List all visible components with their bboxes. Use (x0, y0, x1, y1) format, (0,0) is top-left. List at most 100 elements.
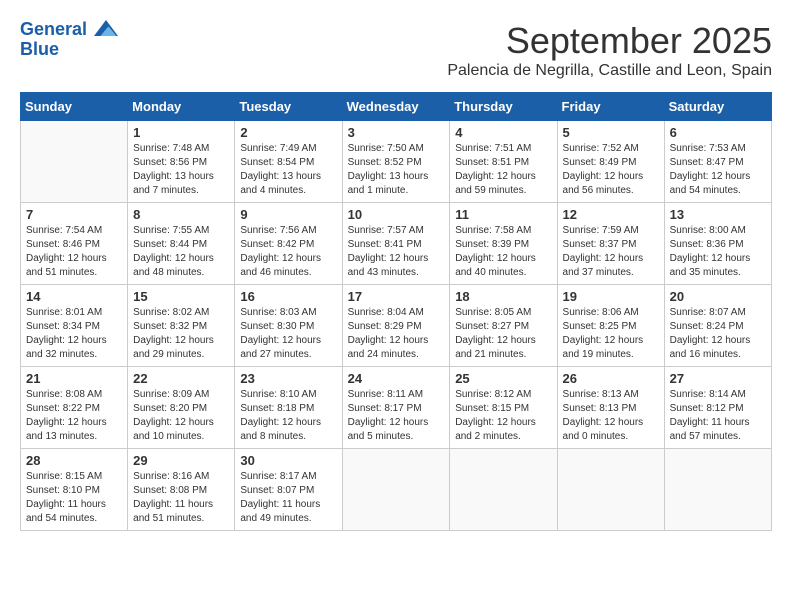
day-number: 4 (455, 125, 551, 140)
day-info: Sunrise: 7:56 AMSunset: 8:42 PMDaylight:… (240, 224, 336, 280)
calendar-cell: 2 Sunrise: 7:49 AMSunset: 8:54 PMDaylight… (235, 121, 342, 203)
day-number: 2 (240, 125, 336, 140)
day-number: 18 (455, 289, 551, 304)
day-info: Sunrise: 8:01 AMSunset: 8:34 PMDaylight:… (26, 306, 122, 362)
weekday-header-tuesday: Tuesday (235, 93, 342, 121)
day-number: 22 (133, 371, 229, 386)
calendar-cell: 21 Sunrise: 8:08 AMSunset: 8:22 PMDayligh… (21, 367, 128, 449)
weekday-header-saturday: Saturday (664, 93, 771, 121)
day-info: Sunrise: 8:17 AMSunset: 8:07 PMDaylight:… (240, 470, 336, 526)
day-number: 1 (133, 125, 229, 140)
calendar-cell: 10 Sunrise: 7:57 AMSunset: 8:41 PMDayligh… (342, 203, 450, 285)
calendar-cell: 19Sunrise: 8:06 AMSunset: 8:25 PMDayligh… (557, 285, 664, 367)
calendar-cell: 13 Sunrise: 8:00 AMSunset: 8:36 PMDayligh… (664, 203, 771, 285)
calendar-cell (450, 449, 557, 531)
day-number: 20 (670, 289, 766, 304)
day-info: Sunrise: 8:00 AMSunset: 8:36 PMDaylight:… (670, 224, 766, 280)
logo-blue: Blue (20, 39, 59, 59)
day-info: Sunrise: 8:11 AMSunset: 8:17 PMDaylight:… (348, 388, 445, 444)
calendar-cell: 27 Sunrise: 8:14 AMSunset: 8:12 PMDayligh… (664, 367, 771, 449)
calendar-cell (557, 449, 664, 531)
day-info: Sunrise: 7:59 AMSunset: 8:37 PMDaylight:… (563, 224, 659, 280)
calendar-cell: 22 Sunrise: 8:09 AMSunset: 8:20 PMDayligh… (128, 367, 235, 449)
day-info: Sunrise: 7:54 AMSunset: 8:46 PMDaylight:… (26, 224, 122, 280)
calendar-cell: 24 Sunrise: 8:11 AMSunset: 8:17 PMDayligh… (342, 367, 450, 449)
calendar-cell: 23 Sunrise: 8:10 AMSunset: 8:18 PMDayligh… (235, 367, 342, 449)
title-section: September 2025 Palencia de Negrilla, Cas… (447, 20, 772, 80)
calendar-cell: 30Sunrise: 8:17 AMSunset: 8:07 PMDayligh… (235, 449, 342, 531)
calendar-cell: 12 Sunrise: 7:59 AMSunset: 8:37 PMDayligh… (557, 203, 664, 285)
day-info: Sunrise: 8:04 AMSunset: 8:29 PMDaylight:… (348, 306, 445, 362)
day-info: Sunrise: 8:09 AMSunset: 8:20 PMDaylight:… (133, 388, 229, 444)
location-subtitle: Palencia de Negrilla, Castille and Leon,… (447, 62, 772, 80)
weekday-header-friday: Friday (557, 93, 664, 121)
day-number: 10 (348, 207, 445, 222)
day-number: 27 (670, 371, 766, 386)
day-number: 16 (240, 289, 336, 304)
day-info: Sunrise: 8:03 AMSunset: 8:30 PMDaylight:… (240, 306, 336, 362)
day-number: 15 (133, 289, 229, 304)
calendar-cell: 5 Sunrise: 7:52 AMSunset: 8:49 PMDaylight… (557, 121, 664, 203)
day-number: 5 (563, 125, 659, 140)
day-info: Sunrise: 8:08 AMSunset: 8:22 PMDaylight:… (26, 388, 122, 444)
day-info: Sunrise: 7:58 AMSunset: 8:39 PMDaylight:… (455, 224, 551, 280)
day-number: 23 (240, 371, 336, 386)
calendar-cell: 7 Sunrise: 7:54 AMSunset: 8:46 PMDaylight… (21, 203, 128, 285)
day-info: Sunrise: 7:55 AMSunset: 8:44 PMDaylight:… (133, 224, 229, 280)
calendar-cell: 14 Sunrise: 8:01 AMSunset: 8:34 PMDayligh… (21, 285, 128, 367)
day-number: 14 (26, 289, 122, 304)
day-info: Sunrise: 7:57 AMSunset: 8:41 PMDaylight:… (348, 224, 445, 280)
day-info: Sunrise: 7:53 AMSunset: 8:47 PMDaylight:… (670, 142, 766, 198)
logo-general: General (20, 19, 87, 39)
day-info: Sunrise: 8:14 AMSunset: 8:12 PMDaylight:… (670, 388, 766, 444)
calendar-cell: 1 Sunrise: 7:48 AMSunset: 8:56 PMDaylight… (128, 121, 235, 203)
day-info: Sunrise: 7:51 AMSunset: 8:51 PMDaylight:… (455, 142, 551, 198)
day-number: 12 (563, 207, 659, 222)
day-number: 25 (455, 371, 551, 386)
calendar-cell: 4 Sunrise: 7:51 AMSunset: 8:51 PMDaylight… (450, 121, 557, 203)
day-number: 8 (133, 207, 229, 222)
day-number: 28 (26, 453, 122, 468)
calendar-cell: 9 Sunrise: 7:56 AMSunset: 8:42 PMDaylight… (235, 203, 342, 285)
day-info: Sunrise: 7:48 AMSunset: 8:56 PMDaylight:… (133, 142, 229, 198)
calendar-cell: 15 Sunrise: 8:02 AMSunset: 8:32 PMDayligh… (128, 285, 235, 367)
day-info: Sunrise: 7:50 AMSunset: 8:52 PMDaylight:… (348, 142, 445, 198)
day-info: Sunrise: 8:07 AMSunset: 8:24 PMDaylight:… (670, 306, 766, 362)
calendar-cell: 8 Sunrise: 7:55 AMSunset: 8:44 PMDaylight… (128, 203, 235, 285)
calendar-cell: 20 Sunrise: 8:07 AMSunset: 8:24 PMDayligh… (664, 285, 771, 367)
day-number: 7 (26, 207, 122, 222)
day-info: Sunrise: 7:52 AMSunset: 8:49 PMDaylight:… (563, 142, 659, 198)
day-number: 3 (348, 125, 445, 140)
day-info: Sunrise: 8:06 AMSunset: 8:25 PMDaylight:… (563, 306, 659, 362)
calendar-cell: 26Sunrise: 8:13 AMSunset: 8:13 PMDayligh… (557, 367, 664, 449)
calendar-cell: 25 Sunrise: 8:12 AMSunset: 8:15 PMDayligh… (450, 367, 557, 449)
day-info: Sunrise: 8:10 AMSunset: 8:18 PMDaylight:… (240, 388, 336, 444)
day-number: 9 (240, 207, 336, 222)
day-info: Sunrise: 7:49 AMSunset: 8:54 PMDaylight:… (240, 142, 336, 198)
calendar-cell: 17Sunrise: 8:04 AMSunset: 8:29 PMDayligh… (342, 285, 450, 367)
calendar-cell: 11 Sunrise: 7:58 AMSunset: 8:39 PMDayligh… (450, 203, 557, 285)
day-number: 6 (670, 125, 766, 140)
day-info: Sunrise: 8:02 AMSunset: 8:32 PMDaylight:… (133, 306, 229, 362)
month-year-title: September 2025 (447, 20, 772, 62)
calendar-cell: 3 Sunrise: 7:50 AMSunset: 8:52 PMDaylight… (342, 121, 450, 203)
day-number: 24 (348, 371, 445, 386)
day-info: Sunrise: 8:16 AMSunset: 8:08 PMDaylight:… (133, 470, 229, 526)
day-info: Sunrise: 8:05 AMSunset: 8:27 PMDaylight:… (455, 306, 551, 362)
day-number: 11 (455, 207, 551, 222)
day-info: Sunrise: 8:13 AMSunset: 8:13 PMDaylight:… (563, 388, 659, 444)
calendar-cell: 6 Sunrise: 7:53 AMSunset: 8:47 PMDaylight… (664, 121, 771, 203)
day-number: 21 (26, 371, 122, 386)
calendar-cell: 16 Sunrise: 8:03 AMSunset: 8:30 PMDayligh… (235, 285, 342, 367)
day-info: Sunrise: 8:12 AMSunset: 8:15 PMDaylight:… (455, 388, 551, 444)
day-number: 13 (670, 207, 766, 222)
logo: General Blue (20, 20, 118, 60)
calendar-cell (664, 449, 771, 531)
calendar-cell: 18 Sunrise: 8:05 AMSunset: 8:27 PMDayligh… (450, 285, 557, 367)
weekday-header-wednesday: Wednesday (342, 93, 450, 121)
calendar-table: SundayMondayTuesdayWednesdayThursdayFrid… (20, 92, 772, 531)
weekday-header-sunday: Sunday (21, 93, 128, 121)
calendar-cell (342, 449, 450, 531)
day-info: Sunrise: 8:15 AMSunset: 8:10 PMDaylight:… (26, 470, 122, 526)
weekday-header-monday: Monday (128, 93, 235, 121)
